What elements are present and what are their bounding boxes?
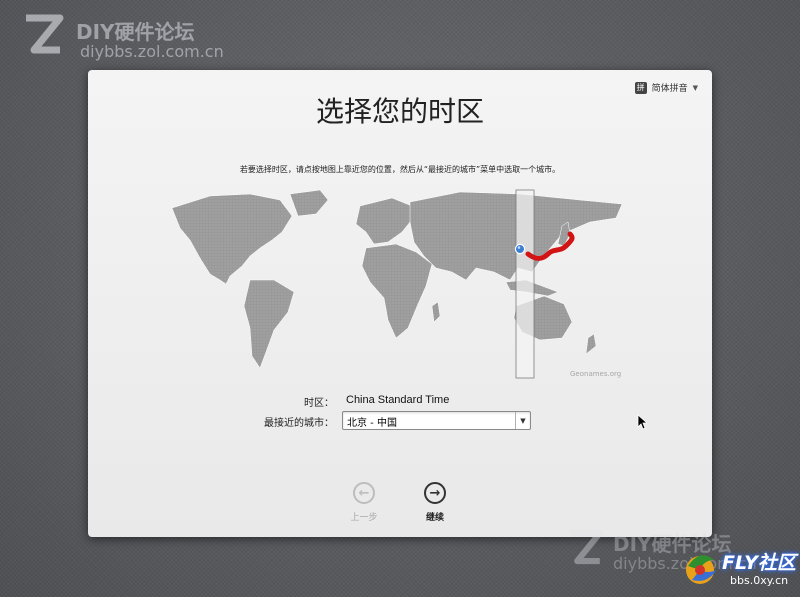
instruction-text: 若要选择时区，请点按地图上靠近您的位置，然后从“最接近的城市”菜单中选取一个城市… <box>239 165 561 174</box>
arrow-right-circle-icon[interactable]: → <box>424 482 446 504</box>
fly-watermark: FLY社区 bbs.0xy.cn <box>672 540 800 597</box>
timezone-label: 时区： <box>304 398 334 409</box>
map-europe[interactable] <box>355 197 413 245</box>
watermark-site-name: DIY硬件论坛 <box>76 20 195 44</box>
world-map[interactable] <box>170 188 630 384</box>
map-madagascar[interactable] <box>431 301 441 323</box>
map-africa[interactable] <box>361 243 433 339</box>
map-north-america[interactable] <box>171 193 293 285</box>
continue-button-label: 继续 <box>425 513 444 523</box>
chevron-down-icon[interactable]: ▼ <box>515 412 530 429</box>
timezone-value: China Standard Time <box>346 394 450 406</box>
timezone-row: 时区： China Standard Time <box>88 392 712 410</box>
arrow-left-circle-icon[interactable]: ← <box>353 482 375 504</box>
location-pin-icon[interactable] <box>514 243 526 255</box>
map-south-america[interactable] <box>243 279 295 369</box>
continue-button[interactable]: → 继续 <box>405 482 465 523</box>
fly-brand-name: FLY社区 <box>722 552 796 574</box>
fly-logo-icon <box>686 555 716 584</box>
city-row: 最接近的城市： 北京 - 中国 ▼ <box>88 411 712 430</box>
city-label: 最接近的城市： <box>264 418 334 429</box>
city-select[interactable]: 北京 - 中国 ▼ <box>342 411 531 430</box>
map-credit: Geonames.org <box>570 370 622 378</box>
mouse-cursor-icon <box>637 414 647 430</box>
city-select-value: 北京 - 中国 <box>347 418 397 429</box>
map-greenland[interactable] <box>289 189 329 217</box>
back-button-label: 上一步 <box>350 513 378 523</box>
setup-panel: 拼 简体拼音 ▼ 选择您的时区 若要选择时区，请点按地图上靠近您的位置，然后从“… <box>88 70 712 537</box>
back-button[interactable]: ← 上一步 <box>334 482 394 523</box>
site-logo-icon <box>26 14 64 54</box>
watermark-site-url: diybbs.zol.com.cn <box>80 42 224 61</box>
timezone-band <box>515 189 535 379</box>
fly-brand-url: bbs.0xy.cn <box>730 574 789 587</box>
page-title: 选择您的时区 <box>315 95 484 128</box>
map-new-zealand[interactable] <box>585 333 597 355</box>
site-logo-icon <box>570 530 603 565</box>
